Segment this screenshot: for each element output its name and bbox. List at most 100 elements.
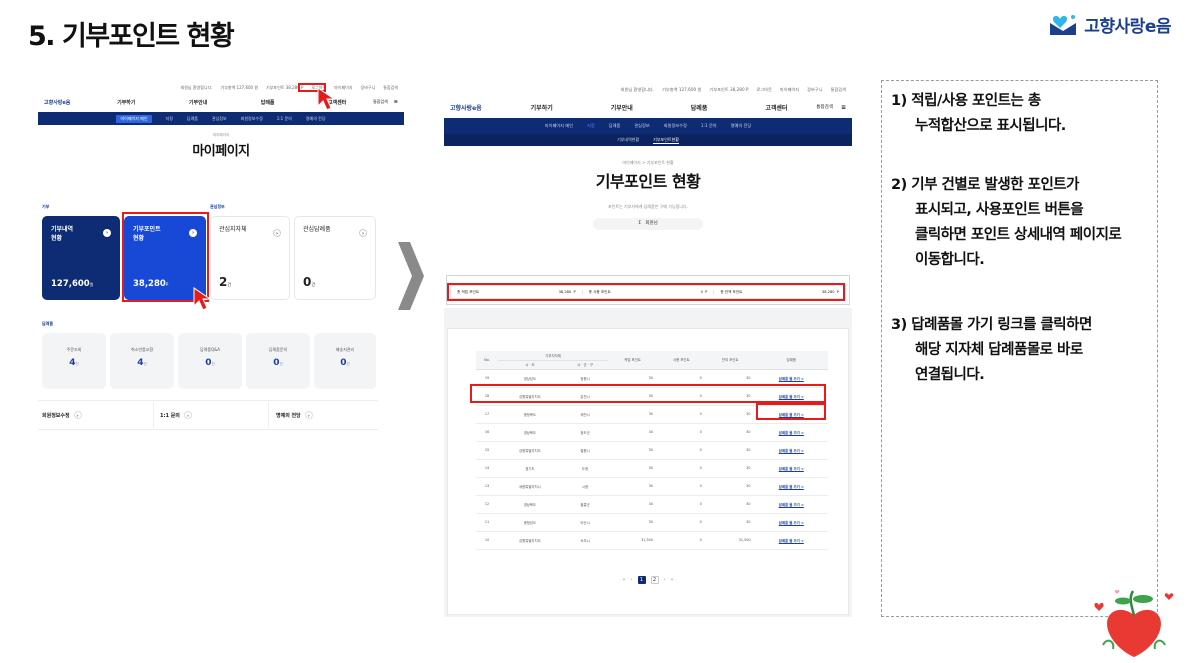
tile-label: 배송지관리 — [335, 347, 355, 352]
return-tile[interactable]: 취소반품교환 4건 — [110, 333, 174, 389]
table-row: 16 경상북도 청도군 30 0 30 답례품 몰 가기 > — [476, 423, 828, 442]
point-table-card: No. 기부지자체 적립 포인트 사용 포인트 잔여 포인트 답례품 시 · 도… — [447, 328, 849, 615]
table-row: 12 경상북도 울릉군 30 0 30 답례품 몰 가기 > — [476, 495, 828, 514]
mypage-link[interactable]: 마이페이지 — [780, 87, 799, 93]
subnav2-item[interactable]: 기부포인트현황 — [653, 137, 679, 144]
subnav2-item[interactable]: 기부내역현황 — [617, 137, 639, 143]
page-button[interactable]: 1 — [637, 576, 646, 584]
menu-donate[interactable]: 기부하기 — [531, 103, 553, 112]
tile-label: 답례품문의 — [268, 347, 288, 352]
page-title: 기부포인트 현황 — [595, 172, 701, 191]
subnav-item[interactable]: 관심정보 — [212, 116, 227, 122]
subnav-item[interactable]: 명예의 전당 — [731, 123, 752, 129]
card-value: 0건 — [303, 275, 316, 289]
order-status-tile[interactable]: 주문조회 4건 — [42, 333, 106, 389]
search-link[interactable]: 통합검색 — [831, 87, 846, 93]
site-logo[interactable]: 고향사랑e음 — [44, 99, 70, 106]
cell-used[interactable]: 0 — [656, 495, 706, 514]
sub-nav: 마이페이지 메인 지정 답례품 관심정보 회원정보수정 1:1 문의 명예의 전… — [444, 118, 852, 134]
cell-sigungu: 청도군 — [561, 423, 609, 442]
cart-link[interactable]: 장바구니 — [807, 87, 822, 93]
gift-mall-link[interactable]: 답례품 몰 가기 > — [754, 423, 828, 442]
cell-used[interactable]: 0 — [656, 477, 706, 496]
cell-used[interactable]: 0 — [656, 531, 706, 550]
main-nav: 고향사랑e음 기부하기 기부안내 답례품 고객센터 통합검색 ≡ — [38, 92, 404, 112]
subnav-item[interactable]: 마이페이지 메인 — [116, 114, 152, 123]
col-gift: 답례품 — [754, 351, 828, 370]
edit-profile-link[interactable]: 회원정보수정 › — [42, 411, 82, 419]
first-page-button[interactable]: « — [622, 577, 625, 583]
cell-sigungu: 철원시 — [561, 441, 609, 460]
cell-no: 16 — [476, 423, 498, 442]
gift-mall-link[interactable]: 답례품 몰 가기 > — [754, 459, 828, 478]
next-page-button[interactable]: › — [664, 577, 666, 583]
hamburger-icon[interactable]: ≡ — [841, 104, 846, 111]
cell-sigungu: 도청 — [561, 459, 609, 478]
cell-used[interactable]: 0 — [656, 441, 706, 460]
menu-gift[interactable]: 답례품 — [261, 99, 275, 106]
tile-value: 0건 — [340, 358, 350, 368]
interest-region-card[interactable]: 관심지자체 › 2건 — [210, 216, 290, 300]
cart-link[interactable]: 장바구니 — [361, 85, 376, 91]
search-link[interactable]: 통합검색 — [383, 85, 398, 91]
last-page-button[interactable]: » — [671, 577, 674, 583]
subnav-item[interactable]: 1:1 문의 — [277, 116, 292, 122]
gift-inquiry-tile[interactable]: 답례품문의 0건 — [246, 333, 310, 389]
gift-mall-link[interactable]: 답례품 몰 가기 > — [754, 495, 828, 514]
cursor-arrow-icon — [317, 87, 336, 111]
subnav-item[interactable]: 관심정보 — [634, 123, 649, 129]
welcome-text: 회원님 환영합니다. — [620, 86, 655, 92]
search-button[interactable]: 통합검색 — [373, 99, 388, 105]
search-button[interactable]: 통합검색 — [816, 104, 833, 110]
subnav-item[interactable]: 마이페이지 메인 — [545, 123, 573, 129]
cell-no: 14 — [476, 459, 498, 478]
subnav-item[interactable]: 1:1 문의 — [701, 123, 717, 129]
cell-sido: 충청북도 — [498, 405, 562, 424]
subnav-item[interactable]: 답례품 — [609, 123, 621, 129]
subnav-item[interactable]: 회원정보수정 — [664, 123, 687, 129]
tile-value: 4건 — [137, 358, 147, 368]
heart-envelope-icon — [1050, 14, 1077, 35]
menu-donate[interactable]: 기부하기 — [117, 99, 135, 106]
cell-used[interactable]: 0 — [656, 459, 706, 478]
gift-mall-link[interactable]: 답례품 몰 가기 > — [754, 441, 828, 460]
menu-gift[interactable]: 답례품 — [691, 103, 708, 112]
site-logo[interactable]: 고향사랑e음 — [450, 103, 482, 112]
cell-earned: 30 — [608, 495, 657, 514]
logout-link[interactable]: 로그아웃 — [756, 87, 771, 93]
menu-support[interactable]: 고객센터 — [765, 103, 787, 112]
menu-guide[interactable]: 기부안내 — [611, 103, 633, 112]
cell-sido: 경상북도 — [498, 423, 562, 442]
prev-page-button[interactable]: ‹ — [631, 577, 633, 583]
page-button[interactable]: 2 — [650, 576, 659, 584]
card-value: 127,600원 — [51, 279, 94, 289]
subnav-item[interactable]: 지정 — [587, 123, 595, 129]
page-description: 포인트는 기부자에게 답례품만 구매 가능합니다. — [608, 204, 688, 209]
gift-qa-tile[interactable]: 답례품Q&A 0건 — [178, 333, 242, 389]
subnav-item[interactable]: 명예의 전당 — [306, 116, 326, 122]
cell-earned: 30 — [608, 405, 657, 424]
address-tile[interactable]: 배송지관리 0건 — [314, 333, 376, 389]
hall-of-fame-link[interactable]: 명예의 전당 › — [276, 411, 313, 419]
cell-used[interactable]: 0 — [656, 405, 706, 424]
card-value: 2건 — [219, 275, 232, 289]
gift-mall-link[interactable]: 답례품 몰 가기 > — [754, 513, 828, 532]
cell-used[interactable]: 0 — [656, 513, 706, 532]
menu-guide[interactable]: 기부안내 — [189, 99, 207, 106]
subnav-item[interactable]: 지정 — [166, 116, 173, 122]
subnav-item[interactable]: 답례품 — [187, 116, 198, 122]
cell-used[interactable]: 0 — [656, 423, 706, 442]
donation-history-card[interactable]: 기부내역 현황 › 127,600원 — [42, 216, 120, 300]
hamburger-icon[interactable]: ≡ — [394, 99, 398, 105]
card-label: 관심지자체 — [219, 226, 247, 233]
subnav-item[interactable]: 회원정보수정 — [241, 116, 263, 122]
cell-sido: 경기도 — [498, 459, 562, 478]
gift-mall-link[interactable]: 답례품 몰 가기 > — [754, 477, 828, 496]
inquiry-link[interactable]: 1:1 문의 › — [160, 411, 192, 419]
interest-gift-card[interactable]: 관심답례품 › 0건 — [294, 216, 376, 300]
gift-mall-link[interactable]: 답례품 몰 가기 > — [754, 531, 828, 550]
col-sigungu: 시 · 군 · 구 — [561, 360, 609, 370]
col-sido: 시 · 도 — [498, 360, 562, 370]
donation-total: 기부총액 127,600 원 — [220, 84, 259, 90]
card-label: 관심답례품 — [303, 226, 331, 233]
